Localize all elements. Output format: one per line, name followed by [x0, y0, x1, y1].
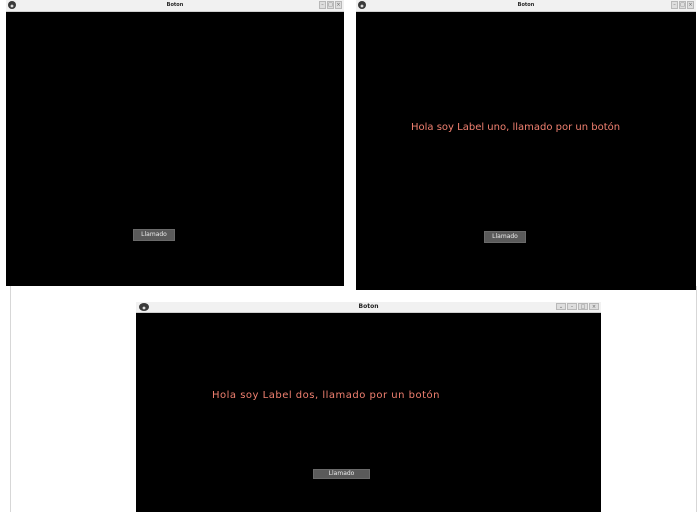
window-title: Boton: [517, 2, 535, 8]
window-controls: – □ ×: [318, 1, 342, 9]
window-content: Hola soy Label dos, llamado por un botón…: [136, 313, 601, 512]
label-dos: Hola soy Label dos, llamado por un botón: [212, 390, 440, 401]
window-title: Boton: [358, 303, 379, 310]
window-1: ◉ Boton – □ × Llamado: [6, 0, 344, 286]
window-content: Hola soy Label uno, llamado por un botón…: [356, 12, 696, 290]
maximize-icon[interactable]: □: [327, 1, 334, 9]
close-icon[interactable]: ×: [687, 1, 694, 9]
label-uno: Hola soy Label uno, llamado por un botón: [411, 122, 621, 133]
window-controls: – □ ×: [670, 1, 694, 9]
maximize-icon[interactable]: □: [578, 303, 588, 310]
frame-line-left: [10, 286, 11, 512]
maximize-icon[interactable]: □: [679, 1, 686, 9]
llamado-button[interactable]: Llamado: [313, 469, 370, 479]
frame-line-right: [696, 286, 697, 512]
window-controls: ⌄ – □ ×: [555, 303, 599, 310]
minimize-icon[interactable]: –: [567, 303, 577, 310]
close-icon[interactable]: ×: [335, 1, 342, 9]
llamado-button[interactable]: Llamado: [133, 229, 175, 241]
window-3: ◉ Boton ⌄ – □ × Hola soy Label dos, llam…: [136, 302, 601, 512]
llamado-button[interactable]: Llamado: [484, 231, 526, 243]
window-title: Boton: [166, 2, 184, 8]
close-icon[interactable]: ×: [589, 303, 599, 310]
titlebar[interactable]: ◉ Boton – □ ×: [356, 0, 696, 12]
minimize-icon[interactable]: –: [319, 1, 326, 9]
titlebar[interactable]: ◉ Boton – □ ×: [6, 0, 344, 12]
minimize-icon[interactable]: –: [671, 1, 678, 9]
window-content: Llamado: [6, 12, 344, 286]
titlebar[interactable]: ◉ Boton ⌄ – □ ×: [136, 302, 601, 313]
chevron-down-icon[interactable]: ⌄: [556, 303, 566, 310]
window-2: ◉ Boton – □ × Hola soy Label uno, llamad…: [356, 0, 696, 290]
